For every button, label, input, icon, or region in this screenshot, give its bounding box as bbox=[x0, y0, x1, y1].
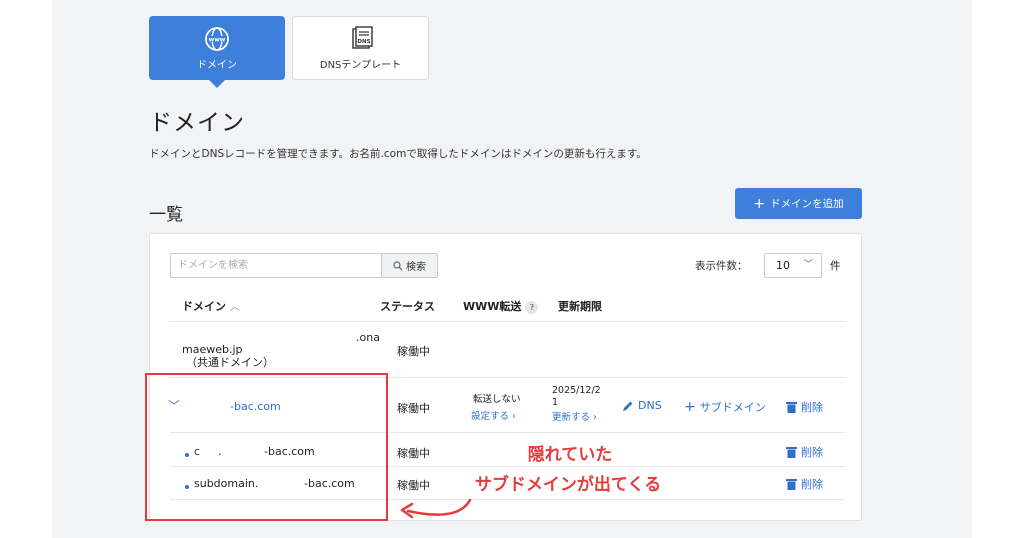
search-button-label: 検索 bbox=[406, 262, 426, 273]
plus-icon: + bbox=[753, 195, 766, 212]
page-size-value: 10 bbox=[776, 259, 790, 272]
add-subdomain-button[interactable]: + サブドメイン bbox=[684, 399, 766, 415]
dns-document-icon: DNS bbox=[351, 25, 373, 49]
tab-dns-template[interactable]: DNS DNSテンプレート bbox=[292, 16, 429, 80]
search-icon bbox=[393, 260, 403, 270]
domain-suffix: .ona bbox=[356, 331, 380, 344]
column-header-status: ステータス bbox=[380, 300, 435, 313]
www-settings-link[interactable]: 設定する › bbox=[471, 408, 516, 422]
page-size-unit: 件 bbox=[830, 260, 841, 272]
page-size-label: 表示件数： bbox=[695, 260, 748, 272]
column-header-domain[interactable]: ドメイン ︿ bbox=[182, 298, 240, 314]
add-domain-label: ドメインを追加 bbox=[770, 198, 844, 210]
row-divider bbox=[170, 321, 845, 322]
trash-icon bbox=[786, 479, 797, 490]
annotation-line-1: 隠れていた bbox=[527, 445, 613, 465]
column-header-www: WWW転送? bbox=[463, 298, 539, 314]
dns-button[interactable]: DNS bbox=[622, 399, 662, 412]
tab-domain[interactable]: www ドメイン bbox=[149, 16, 285, 88]
search-input[interactable]: ドメインを検索 bbox=[170, 253, 382, 278]
domain-note: （共通ドメイン） bbox=[186, 356, 274, 369]
column-header-domain-label: ドメイン bbox=[182, 300, 226, 313]
expiry-date: 2025/12/2 1 bbox=[552, 385, 601, 408]
delete-button[interactable]: 削除 bbox=[786, 476, 823, 492]
delete-button-label: 削除 bbox=[801, 446, 823, 459]
plus-icon: + bbox=[684, 399, 696, 415]
page-size-select[interactable]: 10 ﹀ bbox=[764, 253, 822, 278]
column-header-expiry: 更新期限 bbox=[558, 300, 602, 313]
add-domain-button[interactable]: + ドメインを追加 bbox=[735, 188, 862, 219]
list-title: 一覧 bbox=[149, 205, 183, 225]
www-status: 転送しない bbox=[473, 394, 521, 405]
page-title: ドメイン bbox=[149, 110, 245, 136]
delete-button[interactable]: 削除 bbox=[786, 444, 823, 460]
annotation-arrow-icon bbox=[400, 498, 472, 519]
chevron-down-icon: ﹀ bbox=[803, 260, 813, 270]
tab-dns-template-label: DNSテンプレート bbox=[319, 59, 402, 71]
delete-button[interactable]: 削除 bbox=[786, 399, 823, 415]
annotation-line-2: サブドメインが出てくる bbox=[474, 475, 662, 495]
column-header-www-label: WWW転送 bbox=[463, 300, 522, 313]
help-icon[interactable]: ? bbox=[525, 300, 539, 314]
trash-icon bbox=[786, 402, 797, 413]
sort-up-icon: ︿ bbox=[229, 302, 240, 313]
add-subdomain-label: サブドメイン bbox=[699, 401, 766, 414]
renew-link[interactable]: 更新する › bbox=[552, 409, 597, 423]
status-badge: 稼働中 bbox=[397, 479, 430, 492]
status-badge: 稼働中 bbox=[397, 447, 430, 460]
dns-button-label: DNS bbox=[638, 399, 662, 412]
pencil-icon bbox=[623, 401, 633, 411]
www-globe-icon: www bbox=[205, 26, 229, 51]
delete-button-label: 削除 bbox=[801, 478, 823, 491]
svg-text:www: www bbox=[209, 36, 226, 43]
status-badge: 稼働中 bbox=[397, 402, 430, 415]
page-description: ドメインとDNSレコードを管理できます。お名前.comで取得したドメインはドメイ… bbox=[149, 148, 647, 160]
status-badge: 稼働中 bbox=[397, 345, 430, 358]
annotation-highlight-box bbox=[145, 373, 388, 521]
tab-domain-label: ドメイン bbox=[197, 59, 237, 71]
svg-text:DNS: DNS bbox=[357, 39, 370, 45]
search-button[interactable]: 検索 bbox=[381, 253, 438, 278]
delete-button-label: 削除 bbox=[801, 401, 823, 414]
trash-icon bbox=[786, 447, 797, 458]
